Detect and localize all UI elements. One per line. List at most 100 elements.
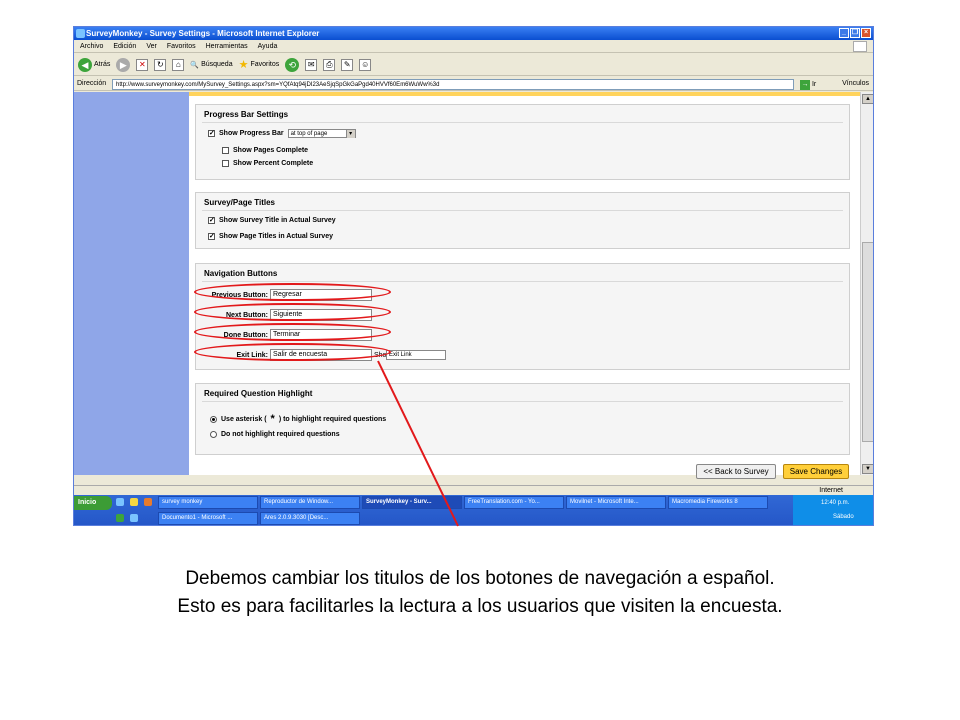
- back-to-survey-button[interactable]: << Back to Survey: [696, 464, 776, 479]
- caption-line-1: Debemos cambiar los titulos de los boton…: [185, 568, 775, 589]
- highlight-oval-previous: [194, 283, 391, 301]
- address-label: Dirección: [77, 80, 107, 87]
- menu-archivo[interactable]: Archivo: [80, 40, 103, 52]
- back-label: Atrás: [94, 61, 111, 68]
- search-icon: 🔍: [190, 61, 200, 69]
- links-button[interactable]: Vínculos: [842, 77, 869, 91]
- menu-favoritos[interactable]: Favoritos: [167, 40, 196, 52]
- progress-position-select[interactable]: at top of page: [287, 129, 356, 138]
- asterisk-symbol: *: [270, 413, 275, 425]
- mail-icon[interactable]: ✉: [305, 58, 318, 71]
- print-icon[interactable]: ⎙: [323, 58, 336, 71]
- caption-line-2: Esto es para facilitarles la lectura a l…: [177, 596, 783, 617]
- address-bar: Dirección http://www.surveymonkey.com/My…: [74, 77, 873, 91]
- stop-icon[interactable]: ✕: [136, 58, 149, 71]
- left-panel: [74, 92, 189, 475]
- section-title: Navigation Buttons: [204, 269, 278, 278]
- search-button[interactable]: 🔍 Búsqueda: [190, 61, 232, 69]
- save-changes-button[interactable]: Save Changes: [783, 464, 849, 479]
- page-titles-checkbox[interactable]: ✓: [208, 233, 215, 240]
- survey-title-checkbox[interactable]: ✓: [208, 217, 215, 224]
- media-quicklaunch-icon[interactable]: [144, 498, 152, 506]
- close-button[interactable]: ×: [861, 28, 871, 38]
- ie-quicklaunch-icon[interactable]: [116, 498, 124, 506]
- system-tray: 12:40 p.m. Sábado: [793, 495, 873, 525]
- windows-taskbar: Inicio survey monkey Reproductor de Wind…: [74, 495, 873, 525]
- progress-bar-section: Progress Bar Settings ✓ Show Progress Bar…: [195, 104, 850, 180]
- scroll-thumb[interactable]: [862, 242, 873, 442]
- history-icon[interactable]: ⟲: [285, 57, 300, 72]
- desktop-quicklaunch-icon[interactable]: [130, 498, 138, 506]
- star-icon: ★: [238, 59, 249, 71]
- menu-herramientas[interactable]: Herramientas: [206, 40, 248, 52]
- vertical-scrollbar[interactable]: ▲ ▼: [860, 92, 873, 475]
- show-progress-checkbox[interactable]: ✓: [208, 130, 215, 137]
- home-icon[interactable]: ⌂: [172, 58, 185, 71]
- favorites-label: Favoritos: [250, 61, 280, 68]
- slide-caption: Debemos cambiar los titulos de los boton…: [0, 565, 960, 621]
- browser-screenshot: SurveyMonkey - Survey Settings - Microso…: [73, 26, 874, 526]
- explorer-quicklaunch-icon[interactable]: [130, 514, 138, 522]
- section-title: Progress Bar Settings: [204, 110, 289, 119]
- page-titles-section: Survey/Page Titles ✓ Show Survey Title in…: [195, 192, 850, 249]
- highlight-oval-next: [194, 303, 391, 321]
- start-button[interactable]: Inicio: [74, 496, 112, 510]
- window-titlebar: SurveyMonkey - Survey Settings - Microso…: [74, 27, 873, 40]
- task-fireworks[interactable]: Macromedia Fireworks 8: [668, 496, 768, 509]
- use-asterisk-radio[interactable]: [210, 415, 217, 423]
- asterisk-option-label-end: ) to highlight required questions: [278, 415, 387, 423]
- menu-ayuda[interactable]: Ayuda: [258, 40, 278, 52]
- messenger-icon[interactable]: ☺: [359, 58, 372, 71]
- task-movilnet[interactable]: Movilnet - Microsoft Inte...: [566, 496, 666, 509]
- maximize-button[interactable]: ❐: [850, 28, 860, 38]
- asterisk-option-label: Use asterisk (: [221, 415, 267, 423]
- back-button[interactable]: ◀ Atrás: [78, 57, 111, 72]
- menu-ver[interactable]: Ver: [146, 40, 157, 52]
- go-button[interactable]: → Ir: [800, 79, 816, 90]
- ie-icon: [76, 29, 85, 38]
- task-media-player[interactable]: Reproductor de Window...: [260, 496, 360, 509]
- scroll-down-icon[interactable]: ▼: [862, 464, 873, 474]
- menu-bar: Archivo Edición Ver Favoritos Herramient…: [74, 40, 873, 53]
- task-survey-monkey[interactable]: survey monkey: [158, 496, 258, 509]
- edit-icon[interactable]: ✎: [341, 58, 354, 71]
- back-arrow-icon: ◀: [78, 57, 92, 72]
- search-label: Búsqueda: [201, 61, 233, 68]
- go-arrow-icon: →: [800, 80, 810, 90]
- menu-edicion[interactable]: Edición: [113, 40, 136, 52]
- clock-time: 12:40 p.m.: [821, 500, 850, 506]
- no-highlight-label: Do not highlight required questions: [221, 431, 340, 438]
- percent-complete-checkbox[interactable]: [222, 160, 229, 167]
- url-field[interactable]: http://www.surveymonkey.com/MySurvey_Set…: [112, 79, 794, 90]
- survey-title-label: Show Survey Title in Actual Survey: [219, 217, 336, 224]
- browser-toolbar: ◀ Atrás ▶ ✕ ↻ ⌂ 🔍 Búsqueda ★ Favoritos ⟲ ✉ …: [74, 54, 873, 76]
- task-ares[interactable]: Ares 2.0.9.3030 [Desc...: [260, 512, 360, 525]
- highlight-oval-done: [194, 323, 391, 341]
- favorites-button[interactable]: ★ Favoritos: [239, 58, 280, 71]
- section-title: Required Question Highlight: [204, 389, 313, 398]
- show-progress-label: Show Progress Bar: [219, 130, 284, 137]
- forward-button[interactable]: ▶: [116, 57, 131, 72]
- task-documento1[interactable]: Documento1 - Microsoft ...: [158, 512, 258, 525]
- refresh-icon[interactable]: ↻: [154, 58, 167, 71]
- no-highlight-radio[interactable]: [210, 431, 217, 438]
- highlight-oval-exit: [194, 343, 391, 361]
- task-surveymonkey-browser[interactable]: SurveyMonkey - Surv...: [362, 496, 462, 509]
- pages-complete-checkbox[interactable]: [222, 147, 229, 154]
- status-bar: Internet: [74, 485, 873, 495]
- percent-complete-label: Show Percent Complete: [233, 160, 314, 167]
- top-strip: [189, 92, 860, 96]
- windows-logo-icon: [853, 41, 867, 52]
- task-freetranslation[interactable]: FreeTranslation.com - Yo...: [464, 496, 564, 509]
- exit-link-select[interactable]: Exit Link: [386, 350, 446, 360]
- clock-day: Sábado: [833, 514, 854, 520]
- minimize-button[interactable]: _: [839, 28, 849, 38]
- go-label: Ir: [811, 81, 817, 88]
- section-title: Survey/Page Titles: [204, 198, 275, 207]
- pages-complete-label: Show Pages Complete: [233, 147, 309, 154]
- window-title: SurveyMonkey - Survey Settings - Microso…: [86, 29, 320, 38]
- network-quicklaunch-icon[interactable]: [116, 514, 124, 522]
- required-highlight-section: Required Question Highlight Use asterisk…: [195, 383, 850, 455]
- scroll-up-icon[interactable]: ▲: [862, 94, 873, 104]
- page-titles-label: Show Page Titles in Actual Survey: [219, 233, 333, 240]
